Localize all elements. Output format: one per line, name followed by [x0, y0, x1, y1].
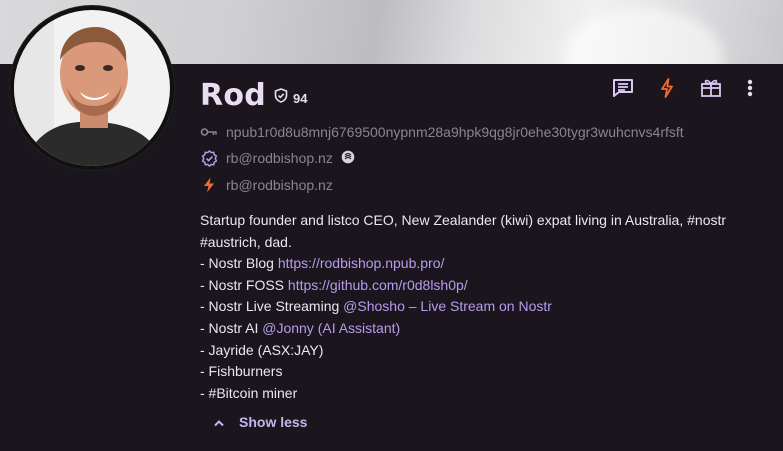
bio-item-live: - Nostr Live Streaming @Shosho – Live St… [200, 296, 775, 318]
profile-actions [608, 77, 760, 103]
show-less-label: Show less [239, 414, 308, 430]
bio-item-text: - Nostr FOSS [200, 276, 288, 293]
bio-item-text: - Nostr Live Streaming [200, 298, 344, 315]
foss-link[interactable]: https://github.com/r0d8lsh0p/ [288, 277, 468, 293]
zap-icon [659, 77, 675, 103]
lightning-address-text: rb@rodbishop.nz [226, 177, 333, 193]
bio-item-text: - Nostr Blog [200, 255, 278, 272]
bio-item-jayride: - Jayride (ASX:JAY) [200, 341, 324, 358]
trust-score[interactable]: 94 [274, 88, 307, 108]
profile-name: Rod [200, 78, 267, 113]
blog-link[interactable]: https://rodbishop.npub.pro/ [278, 255, 445, 271]
show-less-button[interactable]: Show less [213, 414, 307, 430]
jonny-mention-link[interactable]: @Jonny (AI Assistant) [262, 320, 400, 336]
more-button[interactable] [740, 78, 760, 102]
npub-text: npub1r0d8u8mnj6769500nypnm28a9hpk9qg8jr0… [226, 124, 684, 140]
trust-score-value: 94 [293, 90, 308, 106]
avatar[interactable] [10, 6, 174, 170]
message-button[interactable] [608, 78, 638, 102]
key-icon [200, 123, 218, 141]
message-icon [612, 78, 634, 103]
nip05-domain-icon [341, 150, 355, 167]
bio-item-ai: - Nostr AI @Jonny (AI Assistant) [200, 318, 775, 340]
bio-item-text: - Nostr AI [200, 319, 263, 336]
more-icon [747, 78, 753, 103]
nip05-text: rb@rodbishop.nz [226, 150, 333, 166]
gift-button[interactable] [696, 78, 726, 102]
gift-icon [700, 78, 722, 103]
lightning-icon [200, 176, 218, 194]
npub-row[interactable]: npub1r0d8u8mnj6769500nypnm28a9hpk9qg8jr0… [200, 123, 684, 141]
bio-item-bitcoin: - #Bitcoin miner [200, 384, 298, 401]
zap-button[interactable] [652, 77, 682, 103]
bio-line: Startup founder and listco CEO, New Zeal… [200, 212, 727, 250]
chevron-up-icon [213, 414, 225, 430]
shield-check-icon [274, 88, 288, 108]
lightning-address-row: rb@rodbishop.nz [200, 176, 333, 194]
bio-item-fishburners: - Fishburners [200, 363, 283, 380]
bio-item-foss: - Nostr FOSS https://github.com/r0d8lsh0… [200, 275, 775, 297]
bio-item-blog: - Nostr Blog https://rodbishop.npub.pro/ [200, 253, 775, 275]
shosho-mention-link[interactable]: @Shosho – Live Stream on Nostr [343, 298, 552, 314]
verified-badge-icon [200, 149, 218, 167]
nip05-row: rb@rodbishop.nz [200, 149, 355, 167]
profile-bio: Startup founder and listco CEO, New Zeal… [200, 210, 775, 404]
